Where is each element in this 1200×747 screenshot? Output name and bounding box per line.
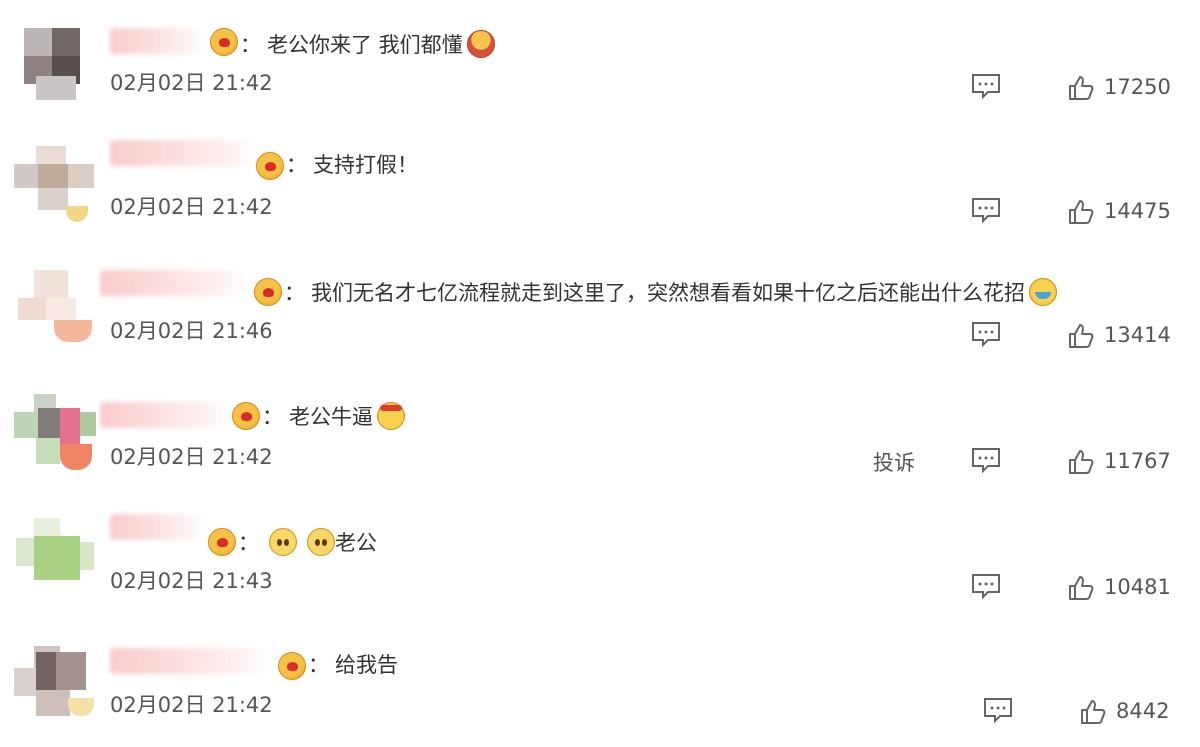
comment-text: ：老公 xyxy=(238,528,377,556)
timestamp: 02月02日 21:42 xyxy=(110,195,273,219)
strong-emoji xyxy=(377,402,405,430)
username[interactable] xyxy=(110,28,205,54)
username[interactable] xyxy=(100,270,250,296)
avatar[interactable] xyxy=(14,266,100,350)
avatar[interactable] xyxy=(14,638,100,722)
thumbs-up-icon[interactable] xyxy=(1079,698,1107,726)
fan-badge-icon xyxy=(210,28,238,56)
fan-badge-icon xyxy=(232,402,260,430)
timestamp: 02月02日 21:46 xyxy=(110,319,273,343)
like-count: 17250 xyxy=(1104,75,1171,99)
like-count: 14475 xyxy=(1104,199,1171,223)
comment-text: ：支持打假！ xyxy=(286,153,418,177)
username[interactable] xyxy=(110,648,270,674)
like-count: 13414 xyxy=(1104,323,1171,347)
like-count: 8442 xyxy=(1116,699,1170,723)
timestamp: 02月02日 21:42 xyxy=(110,693,273,717)
comment-icon[interactable] xyxy=(970,196,1002,224)
comment-icon[interactable] xyxy=(982,696,1014,724)
fan-badge-icon xyxy=(208,528,236,556)
comment-item: ：支持打假！ 02月02日 21:42 14475 xyxy=(0,138,1200,262)
thumbs-up-icon[interactable] xyxy=(1067,574,1095,602)
avatar[interactable] xyxy=(14,142,100,226)
thumbs-up-icon[interactable] xyxy=(1067,74,1095,102)
avatar[interactable] xyxy=(14,18,100,102)
like-count: 10481 xyxy=(1104,575,1171,599)
fan-badge-icon xyxy=(278,652,306,680)
like-count: 11767 xyxy=(1104,449,1171,473)
pout-emoji xyxy=(269,528,297,556)
pout-emoji xyxy=(307,528,335,556)
avatar[interactable] xyxy=(14,390,100,474)
thumbs-up-icon[interactable] xyxy=(1067,198,1095,226)
thumbs-up-icon[interactable] xyxy=(1067,448,1095,476)
username[interactable] xyxy=(100,402,230,428)
comment-item: ：我们无名才七亿流程就走到这里了，突然想看看如果十亿之后还能出什么花招 02月0… xyxy=(0,262,1200,386)
comment-icon[interactable] xyxy=(970,72,1002,100)
comment-item: ：老公你来了 我们都懂 02月02日 21:42 17250 xyxy=(0,14,1200,138)
report-button[interactable]: 投诉 xyxy=(873,450,915,476)
comment-text: ：老公你来了 我们都懂 xyxy=(240,30,495,58)
timestamp: 02月02日 21:42 xyxy=(110,445,273,469)
avatar[interactable] xyxy=(14,514,100,598)
timestamp: 02月02日 21:42 xyxy=(110,71,273,95)
comment-item: ：给我告 02月02日 21:42 8442 xyxy=(0,634,1200,747)
laugh-cry-emoji xyxy=(1029,278,1057,306)
comment-text: ：我们无名才七亿流程就走到这里了，突然想看看如果十亿之后还能出什么花招 xyxy=(284,278,1057,306)
comment-icon[interactable] xyxy=(970,320,1002,348)
timestamp: 02月02日 21:43 xyxy=(110,569,273,593)
comment-text: ：老公牛逼 xyxy=(262,402,405,430)
comment-text: ：给我告 xyxy=(308,653,398,677)
mask-emoji xyxy=(466,30,495,58)
comment-item: ：老公牛逼 02月02日 21:42 投诉 11767 xyxy=(0,386,1200,510)
fan-badge-icon xyxy=(254,278,282,306)
comment-item: ：老公 02月02日 21:43 10481 xyxy=(0,510,1200,634)
username[interactable] xyxy=(110,140,260,166)
username[interactable] xyxy=(110,514,205,540)
comment-icon[interactable] xyxy=(970,446,1002,474)
fan-badge-icon xyxy=(256,152,284,180)
thumbs-up-icon[interactable] xyxy=(1067,322,1095,350)
comment-icon[interactable] xyxy=(970,572,1002,600)
